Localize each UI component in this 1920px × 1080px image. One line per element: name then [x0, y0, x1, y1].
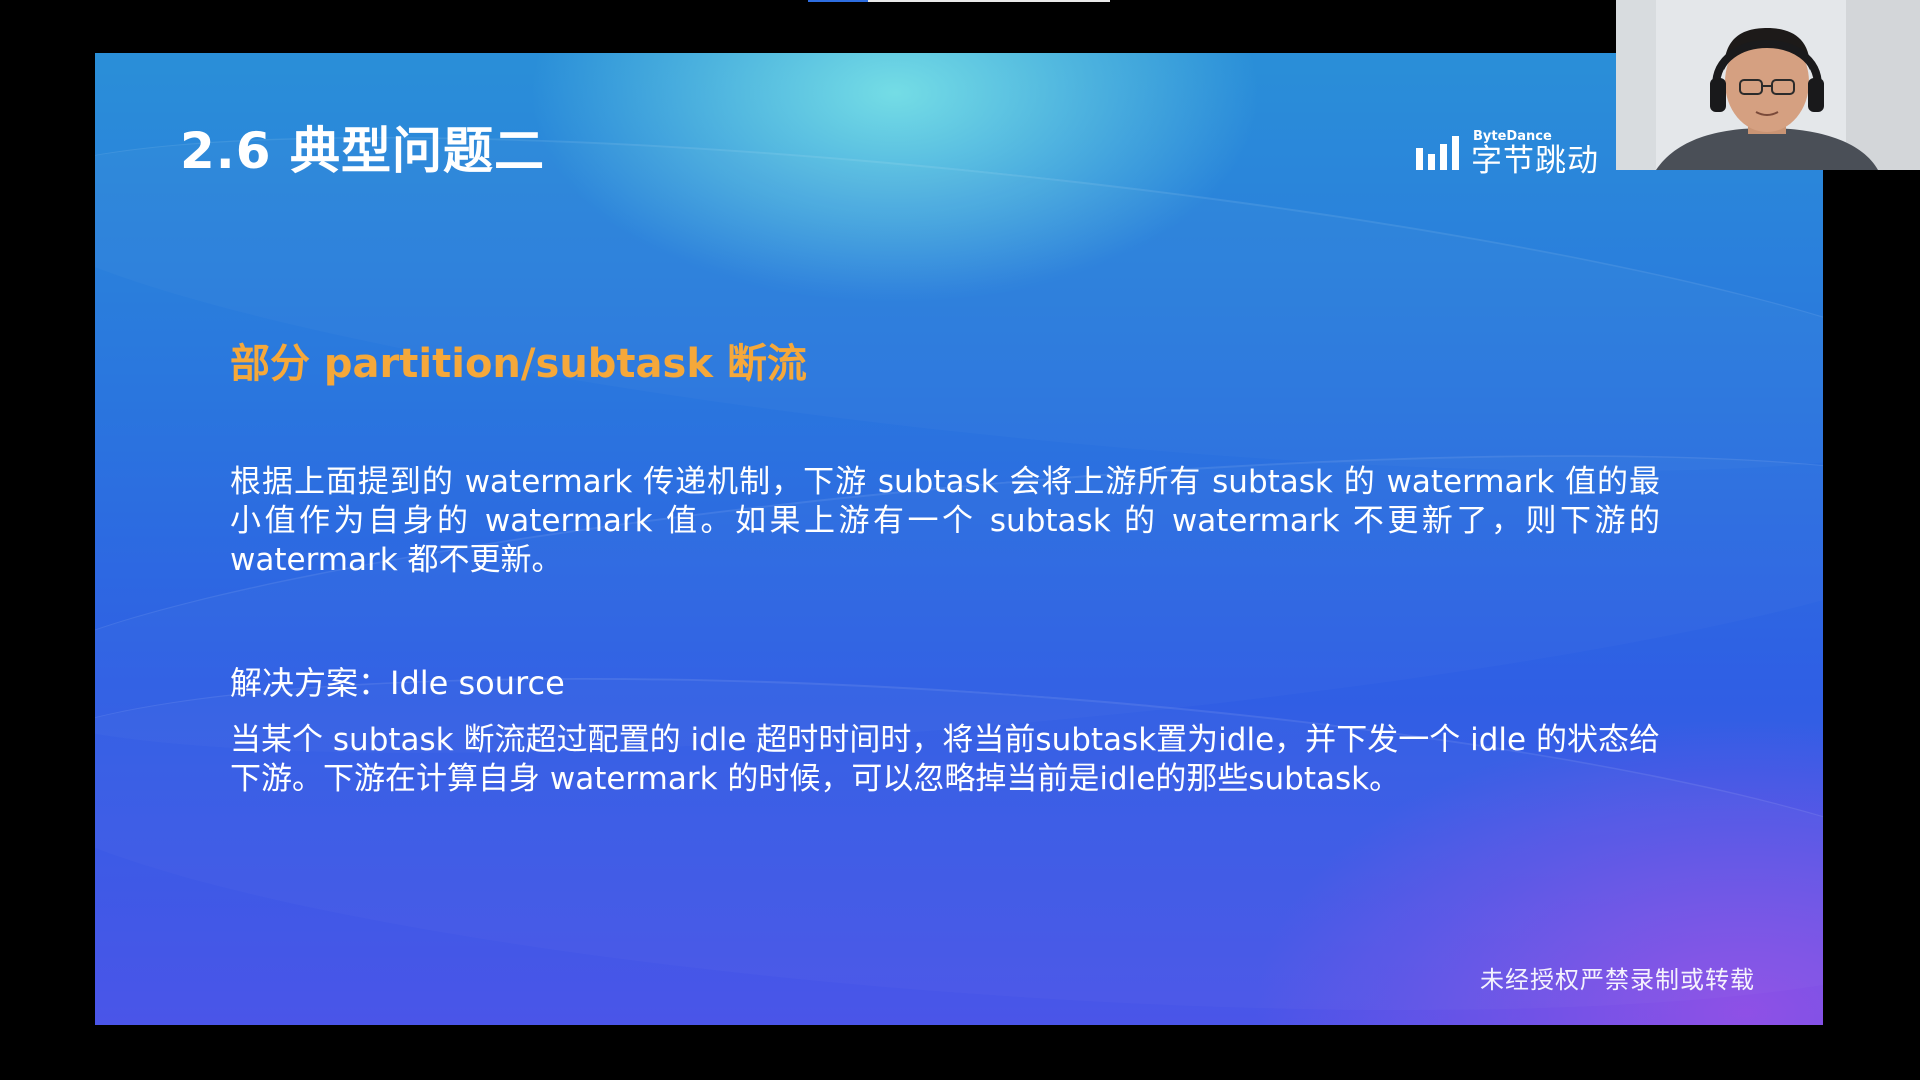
presenter-video-icon [1616, 0, 1920, 170]
solution-label: 解决方案：Idle source [230, 664, 565, 702]
screen: 2.6 典型问题二 ByteDance 字节跳动 部分 partition/su… [0, 0, 1920, 1080]
top-progress-bar [808, 0, 1110, 2]
logo-english: ByteDance [1473, 128, 1552, 144]
logo-text: ByteDance 字节跳动 [1471, 130, 1599, 177]
top-progress-fill [808, 0, 869, 2]
body-paragraph-2: 当某个 subtask 断流超过配置的 idle 超时时间时，将当前subtas… [230, 722, 1660, 797]
copyright-watermark: 未经授权严禁录制或转载 [1480, 966, 1755, 994]
webcam-video-feed[interactable] [1616, 0, 1920, 170]
slide-subtitle: 部分 partition/subtask 断流 [230, 341, 807, 387]
presentation-slide: 2.6 典型问题二 ByteDance 字节跳动 部分 partition/su… [95, 53, 1823, 1025]
logo-chinese: 字节跳动 [1471, 142, 1599, 179]
bytedance-logo: ByteDance 字节跳动 [1415, 123, 1599, 183]
body-paragraph-1: 根据上面提到的 watermark 传递机制，下游 subtask 会将上游所有… [230, 464, 1660, 578]
slide-title: 2.6 典型问题二 [180, 122, 545, 180]
bytedance-logo-icon [1416, 136, 1459, 170]
